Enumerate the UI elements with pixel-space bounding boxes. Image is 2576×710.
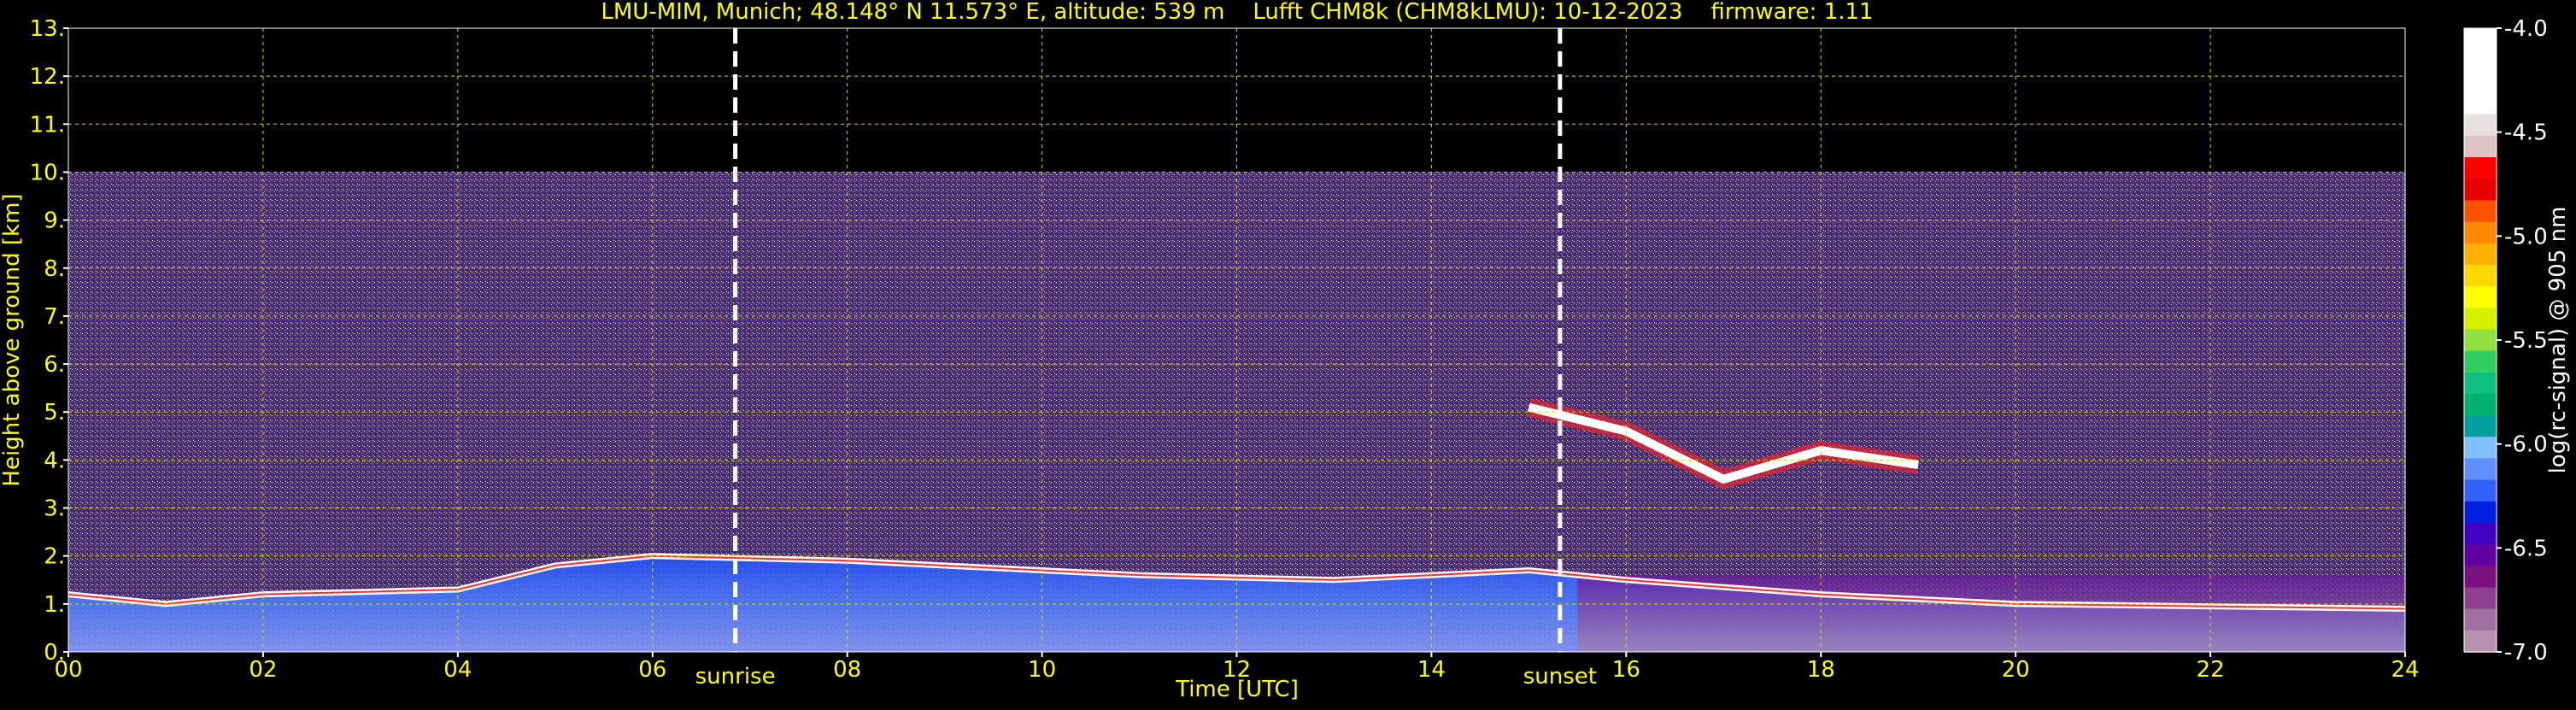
- colorbar-label: log(rc-signal) @ 905 nm: [2545, 207, 2571, 474]
- colorbar-swatch: [2464, 71, 2497, 94]
- y-tick-label: 0.: [44, 640, 65, 666]
- colorbar-swatch: [2464, 522, 2497, 545]
- y-tick-label: 2.: [44, 544, 65, 570]
- colorbar-swatch: [2464, 92, 2497, 115]
- ceilometer-chart: sunrise sunset 00 02 04 06 08 10 12 14 16 18 20 22 24…: [0, 0, 2576, 706]
- colorbar-swatch: [2464, 479, 2497, 502]
- y-tick-label: 12.: [30, 64, 65, 90]
- x-tick-label: 10: [1028, 657, 1056, 683]
- colorbar-swatch: [2464, 350, 2497, 373]
- colorbar-swatch: [2464, 308, 2497, 331]
- x-tick-label: 18: [1807, 657, 1835, 683]
- colorbar-swatch: [2464, 28, 2497, 50]
- colorbar-swatch: [2464, 437, 2497, 460]
- y-tick-label: 4.: [44, 448, 65, 473]
- colorbar-tick-label: -6.0: [2504, 432, 2548, 458]
- colorbar-swatch: [2464, 243, 2497, 266]
- colorbar-swatch: [2464, 200, 2497, 223]
- colorbar-swatch: [2464, 630, 2497, 653]
- x-tick-label: 24: [2391, 657, 2419, 683]
- colorbar-swatch: [2464, 221, 2497, 244]
- x-tick-label: 06: [638, 657, 666, 683]
- x-tick-label: 02: [249, 657, 277, 683]
- chart-title: LMU-MIM, Munich; 48.148° N 11.573° E, al…: [601, 0, 1873, 25]
- colorbar-swatch: [2464, 50, 2497, 73]
- colorbar: -4.0 -4.5 -5.0 -5.5 -6.0 -6.5 -7.0: [2463, 16, 2548, 666]
- y-tick-label: 11.: [30, 112, 65, 138]
- y-tick-label: 1.: [44, 592, 65, 618]
- y-tick-label: 5.: [44, 400, 65, 425]
- x-tick-label: 08: [833, 657, 861, 683]
- x-tick-label: 22: [2197, 657, 2225, 683]
- colorbar-swatch: [2464, 393, 2497, 416]
- colorbar-swatch: [2464, 179, 2497, 202]
- colorbar-swatch: [2464, 135, 2497, 158]
- colorbar-swatch: [2464, 587, 2497, 610]
- x-tick-label: 04: [443, 657, 472, 683]
- y-tick-label: 3.: [44, 496, 65, 522]
- colorbar-swatch: [2464, 608, 2497, 631]
- colorbar-tick-label: -5.0: [2504, 224, 2548, 249]
- y-axis-ticks: 0. 1. 2. 3. 4. 5. 6. 7. 8. 9. 10. 11. 12. 13.: [30, 16, 68, 666]
- colorbar-swatch: [2464, 501, 2497, 524]
- colorbar-tick-label: -4.5: [2504, 120, 2548, 146]
- plot-area: [68, 28, 2405, 652]
- colorbar-tick-label: -7.0: [2504, 640, 2548, 666]
- annotation-label: sunset: [1523, 664, 1597, 689]
- chart-svg: sunrise sunset 00 02 04 06 08 10 12 14 16 18 20 22 24…: [0, 0, 2571, 702]
- colorbar-swatch: [2464, 286, 2497, 309]
- y-tick-label: 13.: [30, 16, 65, 42]
- y-tick-label: 7.: [44, 304, 65, 330]
- y-tick-label: 6.: [44, 352, 65, 378]
- annotation-label: sunrise: [695, 664, 776, 689]
- colorbar-swatch: [2464, 566, 2497, 589]
- y-tick-label: 10.: [30, 160, 65, 185]
- y-tick-label: 8.: [44, 256, 65, 282]
- y-tick-label: 9.: [44, 208, 65, 234]
- x-tick-label: 14: [1417, 657, 1446, 683]
- y-axis-label: Height above ground [km]: [0, 193, 25, 486]
- x-axis-label: Time [UTC]: [1175, 677, 1299, 702]
- colorbar-swatch: [2464, 415, 2497, 438]
- colorbar-swatch: [2464, 458, 2497, 481]
- colorbar-tick-label: -6.5: [2504, 536, 2548, 561]
- colorbar-swatch: [2464, 264, 2497, 287]
- colorbar-swatch: [2464, 114, 2497, 137]
- colorbar-swatch: [2464, 329, 2497, 352]
- colorbar-tick-label: -5.5: [2504, 328, 2548, 354]
- x-tick-label: 20: [2002, 657, 2030, 683]
- colorbar-tick-label: -4.0: [2504, 16, 2548, 42]
- colorbar-swatch: [2464, 544, 2497, 567]
- x-tick-label: 16: [1612, 657, 1640, 683]
- colorbar-swatch: [2464, 157, 2497, 180]
- colorbar-swatch: [2464, 372, 2497, 395]
